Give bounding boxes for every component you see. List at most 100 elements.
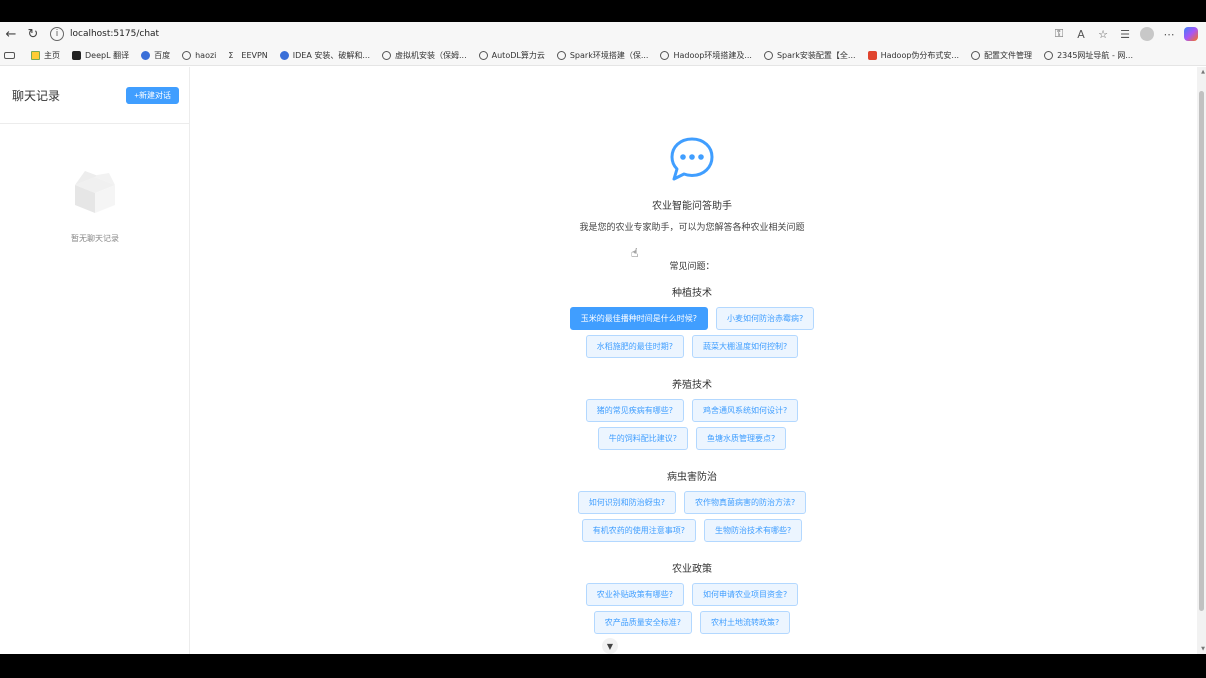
bookmark-6[interactable]: 虚拟机安装（保姆... (382, 50, 467, 61)
faq-row: 牛的饲料配比建议? 鱼塘水质管理要点? (190, 427, 1194, 450)
back-icon[interactable]: ← (0, 23, 22, 45)
faq-question-button[interactable]: 牛的饲料配比建议? (597, 427, 688, 450)
bookmark-1[interactable]: DeepL 翻译 (72, 50, 129, 61)
bookmark-0[interactable]: 主页 (31, 50, 60, 61)
chat-app: 聊天记录 +新建对话 暂无聊天记录 农业智能问答助手 我是您的农业专家助手，可以… (0, 67, 1206, 654)
faq-title: 常见问题： (669, 262, 715, 272)
globe-icon (763, 51, 773, 60)
faq-category: 病虫害防治 如何识别和防治蚜虫? 农作物真菌病害的防治方法? 有机农药的使用注意事项?… (190, 468, 1194, 542)
reading-mode-icon[interactable] (4, 52, 19, 59)
faq-category: 养殖技术 猪的常见疾病有哪些? 鸡舍通风系统如何设计? 牛的饲料配比建议? 鱼塘水质管理… (190, 376, 1194, 450)
url-field[interactable]: i localhost:5175/chat (50, 24, 1052, 44)
new-chat-button[interactable]: +新建对话 (126, 86, 179, 104)
scroll-thumb[interactable] (1199, 91, 1204, 611)
faq-row: 农业补贴政策有哪些? 如何申请农业项目资金? (190, 583, 1194, 606)
faq-question-button[interactable]: 鸡舍通风系统如何设计? (692, 399, 799, 422)
copilot-icon[interactable] (1184, 27, 1198, 41)
globe-icon (971, 51, 981, 60)
bookmark-label: Hadoop伪分布式安... (880, 51, 960, 60)
bookmark-11[interactable]: Hadoop伪分布式安... (867, 50, 960, 61)
faq-category: 种植技术玉米的最佳播种时间是什么时候? 小麦如何防治赤霉病? 水稻施肥的最佳时期? 蔬… (190, 284, 1194, 358)
baidu-icon (141, 51, 151, 60)
home-icon (31, 51, 40, 60)
welcome-title: 农业智能问答助手 (652, 201, 732, 212)
bookmark-8[interactable]: Spark环境搭建（保... (556, 50, 649, 61)
faq-question-button[interactable]: 蔬菜大棚温度如何控制? (692, 335, 799, 358)
sidebar-header: 聊天记录 +新建对话 (0, 67, 189, 124)
faq-category-title: 养殖技术 (672, 380, 712, 391)
scroll-up-arrow-icon[interactable]: ▲ (1201, 69, 1205, 75)
bookmark-label: haozi (195, 51, 217, 60)
faq-question-button[interactable]: 玉米的最佳播种时间是什么时候? (569, 307, 708, 330)
faq-question-button[interactable]: 猪的常见疾病有哪些? (585, 399, 684, 422)
bookmark-label: IDEA 安装、破解和... (292, 51, 370, 60)
sidebar: 聊天记录 +新建对话 暂无聊天记录 (0, 67, 190, 654)
deepl-icon (72, 51, 81, 60)
faq-question-button[interactable]: 农产品质量安全标准? (593, 611, 692, 634)
bookmark-label: 虚拟机安装（保姆... (395, 51, 467, 60)
favorite-star-icon[interactable]: ☆ (1096, 28, 1110, 41)
mouse-cursor-icon: ☝ (631, 246, 639, 260)
scroll-down-button[interactable]: ▼ (602, 638, 618, 654)
faq-category-title: 农业政策 (672, 564, 712, 575)
bookmark-5[interactable]: IDEA 安装、破解和... (279, 50, 370, 61)
favorites-icon[interactable]: ☰ (1118, 28, 1132, 41)
bookmark-4[interactable]: Σ EEVPN (228, 51, 267, 60)
globe-icon (556, 51, 566, 60)
refresh-icon[interactable]: ↻ (22, 23, 44, 45)
csdn-icon (867, 51, 877, 60)
bookmark-label: Spark环境搭建（保... (569, 51, 649, 60)
bookmark-9[interactable]: Hadoop环境搭建及... (660, 50, 752, 61)
globe-icon (382, 51, 391, 60)
bookmark-7[interactable]: AutoDL算力云 (478, 50, 545, 61)
bookmark-2[interactable]: 百度 (141, 50, 170, 61)
address-bar: ← ↻ i localhost:5175/chat ⚿ A ☆ ☰ ⋯ (0, 22, 1206, 46)
bookmark-label: 配置文件管理 (984, 51, 1033, 60)
empty-text: 暂无聊天记录 (71, 234, 119, 243)
bookmark-12[interactable]: 配置文件管理 (971, 50, 1032, 61)
faq-row: 农产品质量安全标准? 农村土地流转政策? (190, 611, 1194, 634)
bookmark-3[interactable]: haozi (182, 51, 216, 60)
faq-question-button[interactable]: 农村土地流转政策? (700, 611, 791, 634)
bookmark-label: 2345网址导航 - 网... (1057, 51, 1134, 60)
bookmarks-bar: 主页 DeepL 翻译 百度 haozi Σ EEVPN IDEA 安装、破解和.… (0, 46, 1206, 66)
bookmark-label: Hadoop环境搭建及... (673, 51, 752, 60)
faq-question-button[interactable]: 小麦如何防治赤霉病? (716, 307, 815, 330)
read-aloud-icon[interactable]: A (1074, 28, 1088, 41)
faq-question-button[interactable]: 有机农药的使用注意事项? (581, 519, 696, 542)
faq-row: 猪的常见疾病有哪些? 鸡舍通风系统如何设计? (190, 399, 1194, 422)
faq-row: 水稻施肥的最佳时期? 蔬菜大棚温度如何控制? (190, 335, 1194, 358)
faq-row: 如何识别和防治蚜虫? 农作物真菌病害的防治方法? (190, 491, 1194, 514)
bookmark-label: DeepL 翻译 (85, 51, 130, 60)
faq-question-button[interactable]: 如何识别和防治蚜虫? (577, 491, 676, 514)
sigma-icon: Σ (228, 51, 234, 60)
bookmark-13[interactable]: 2345网址导航 - 网... (1044, 50, 1133, 61)
faq-question-button[interactable]: 农业补贴政策有哪些? (585, 583, 684, 606)
welcome-subtitle: 我是您的农业专家助手，可以为您解答各种农业相关问题 (579, 223, 805, 233)
faq-question-button[interactable]: 水稻施肥的最佳时期? (585, 335, 684, 358)
faq-question-button[interactable]: 鱼塘水质管理要点? (696, 427, 787, 450)
bookmark-label: 百度 (154, 51, 171, 60)
faq-category: 农业政策 农业补贴政策有哪些? 如何申请农业项目资金? 农产品质量安全标准? 农村土地流… (190, 560, 1194, 634)
faq-row: 有机农药的使用注意事项? 生物防治技术有哪些? (190, 519, 1194, 542)
faq-question-button[interactable]: 生物防治技术有哪些? (704, 519, 803, 542)
faq-question-button[interactable]: 如何申请农业项目资金? (692, 583, 799, 606)
key-icon[interactable]: ⚿ (1052, 27, 1066, 41)
scrollbar[interactable]: ▲ ▼ (1197, 67, 1206, 654)
more-icon[interactable]: ⋯ (1162, 28, 1176, 41)
faq-question-button[interactable]: 农作物真菌病害的防治方法? (684, 491, 807, 514)
browser-window: ← ↻ i localhost:5175/chat ⚿ A ☆ ☰ ⋯ 主页 D… (0, 22, 1206, 654)
bookmark-10[interactable]: Spark安装配置【全... (763, 50, 856, 61)
main-panel: 农业智能问答助手 我是您的农业专家助手，可以为您解答各种农业相关问题 常见问题：… (190, 67, 1206, 654)
faq-row: 玉米的最佳播种时间是什么时候? 小麦如何防治赤霉病? (190, 307, 1194, 330)
faq-category-title: 种植技术 (672, 288, 712, 299)
bookmark-label: 主页 (44, 51, 60, 60)
bookmark-label: EEVPN (241, 51, 268, 60)
chat-bubble-icon (668, 135, 716, 183)
profile-avatar[interactable] (1140, 27, 1154, 41)
info-icon[interactable]: i (50, 27, 64, 41)
bookmark-label: Spark安装配置【全... (776, 51, 856, 60)
globe-icon (660, 51, 670, 60)
scroll-down-arrow-icon[interactable]: ▼ (1201, 646, 1205, 652)
globe-icon (1044, 51, 1054, 60)
